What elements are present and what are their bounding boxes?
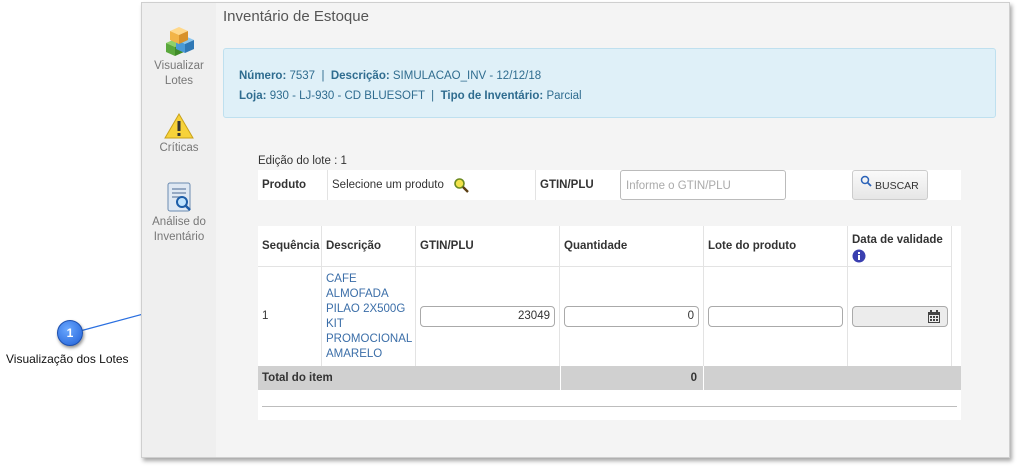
page-title: Inventário de Estoque bbox=[223, 8, 369, 25]
tipo-label: Tipo de Inventário: bbox=[440, 90, 544, 102]
row-descricao[interactable]: CAFE ALMOFADA PILAO 2X500G KIT PROMOCION… bbox=[322, 267, 416, 366]
col-quantidade: Quantidade bbox=[560, 226, 704, 267]
sidebar-item-criticas[interactable]: Críticas bbox=[142, 113, 216, 156]
product-search-row: Produto Selecione um produto GTIN/PLU In… bbox=[258, 170, 961, 200]
sidebar: Visualizar Lotes Críticas Análise do Inv… bbox=[142, 3, 216, 457]
descricao-line: KIT bbox=[326, 318, 344, 330]
quantidade-input[interactable]: 0 bbox=[564, 306, 699, 327]
row-lote-cell bbox=[704, 267, 848, 366]
info-icon[interactable] bbox=[852, 249, 866, 263]
descricao-line: ALMOFADA bbox=[326, 288, 389, 300]
buscar-button[interactable]: BUSCAR bbox=[852, 170, 928, 200]
boxes-icon bbox=[166, 27, 194, 56]
sidebar-item-label-2: Lotes bbox=[164, 75, 194, 87]
gtin-label: GTIN/PLU bbox=[540, 179, 594, 191]
sidebar-item-analise[interactable]: Análise do Inventário bbox=[142, 181, 216, 245]
descricao-line: PILAO 2X500G bbox=[326, 303, 406, 315]
sidebar-item-label-2: Inventário bbox=[153, 231, 205, 243]
table-divider bbox=[262, 406, 957, 407]
callout-label: Visualização dos Lotes bbox=[6, 352, 129, 366]
col-lote: Lote do produto bbox=[704, 226, 848, 267]
lote-input[interactable] bbox=[708, 306, 843, 327]
descricao-line: AMARELO bbox=[326, 348, 383, 360]
buscar-label: BUSCAR bbox=[875, 180, 919, 192]
search-icon bbox=[860, 175, 872, 187]
edicao-lote-label: Edição do lote : 1 bbox=[258, 155, 347, 167]
tipo-value: Parcial bbox=[546, 90, 582, 102]
sidebar-item-visualizar-lotes[interactable]: Visualizar Lotes bbox=[142, 25, 216, 89]
col-gtin: GTIN/PLU bbox=[416, 226, 560, 267]
produto-selector[interactable]: Selecione um produto bbox=[328, 170, 536, 200]
loja-value: 930 - LJ-930 - CD BLUESOFT bbox=[269, 90, 425, 102]
descricao-value: SIMULACAO_INV - 12/12/18 bbox=[392, 70, 542, 82]
row-gtin-cell: 23049 bbox=[416, 267, 560, 366]
validade-header-label: Data de validade bbox=[852, 234, 943, 246]
warning-icon bbox=[164, 113, 194, 139]
total-label: Total do item bbox=[262, 372, 333, 384]
lot-table: Sequência Descrição GTIN/PLU Quantidade … bbox=[258, 226, 961, 420]
app-window: Visualizar Lotes Críticas Análise do Inv… bbox=[141, 2, 1010, 458]
separator: | bbox=[431, 90, 435, 102]
produto-value: Selecione um produto bbox=[332, 179, 444, 191]
sidebar-item-label: Críticas bbox=[159, 142, 199, 154]
descricao-line: PROMOCIONAL bbox=[326, 333, 413, 345]
total-quantidade: 0 bbox=[560, 366, 704, 390]
descricao-line: CAFE bbox=[326, 273, 357, 285]
produto-label: Produto bbox=[258, 170, 328, 200]
search-icon[interactable] bbox=[453, 177, 469, 193]
row-quantidade-cell: 0 bbox=[560, 267, 704, 366]
validade-date-input[interactable] bbox=[852, 306, 948, 327]
main-content: Inventário de Estoque Número: 7537 | Des… bbox=[216, 3, 1009, 457]
sidebar-item-label: Visualizar bbox=[154, 60, 204, 72]
report-magnifier-icon bbox=[167, 182, 191, 212]
inventory-info-panel: Número: 7537 | Descrição: SIMULACAO_INV … bbox=[223, 48, 996, 118]
separator: | bbox=[321, 70, 325, 82]
row-validade-cell bbox=[848, 267, 952, 366]
total-row: Total do item 0 bbox=[258, 366, 961, 390]
gtin-input[interactable]: 23049 bbox=[420, 306, 555, 327]
col-sequencia: Sequência bbox=[258, 226, 322, 267]
descricao-label: Descrição: bbox=[330, 70, 390, 82]
sidebar-item-label: Análise do bbox=[152, 216, 206, 228]
numero-value: 7537 bbox=[289, 70, 316, 82]
loja-label: Loja: bbox=[239, 90, 267, 102]
col-descricao: Descrição bbox=[322, 226, 416, 267]
callout-badge: 1 bbox=[57, 320, 83, 346]
col-validade: Data de validade bbox=[848, 226, 952, 267]
gtin-search-input[interactable]: Informe o GTIN/PLU bbox=[620, 170, 786, 200]
numero-label: Número: bbox=[239, 70, 287, 82]
row-sequencia: 1 bbox=[258, 267, 322, 366]
calendar-icon[interactable] bbox=[927, 310, 941, 324]
